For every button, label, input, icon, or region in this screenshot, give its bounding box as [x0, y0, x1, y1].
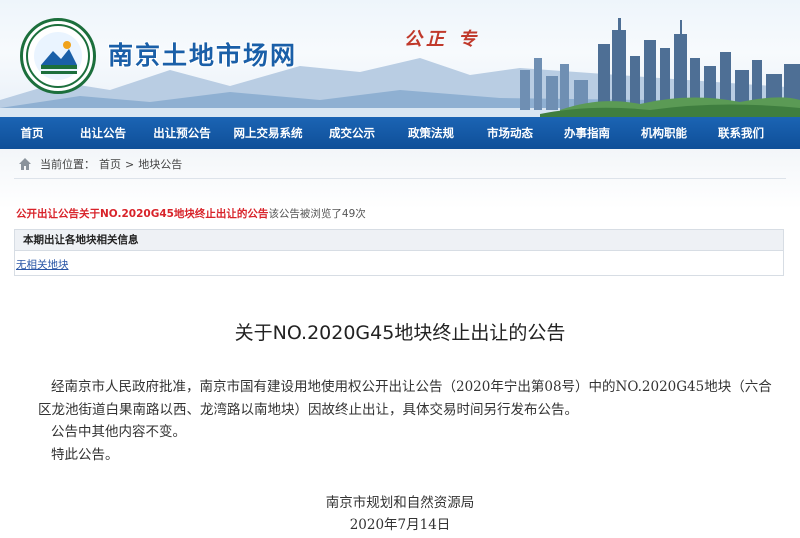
nav-item-pre-notice[interactable]: 出让预公告 [142, 117, 222, 149]
breadcrumb-separator: > [125, 157, 135, 171]
nav-item-home[interactable]: 首页 [0, 117, 64, 149]
main-nav: 首页 出让公告 出让预公告 网上交易系统 成交公示 政策法规 市场动态 办事指南… [0, 117, 800, 149]
header-banner: 南京土地市场网 公正 专 [0, 0, 800, 117]
nav-item-guide[interactable]: 办事指南 [548, 117, 626, 149]
nav-item-sale-notice[interactable]: 出让公告 [64, 117, 142, 149]
article-signer: 南京市规划和自然资源局 [325, 495, 475, 511]
breadcrumb-prefix: 当前位置： [40, 158, 95, 171]
parcel-info-header: 本期出让各地块相关信息 [15, 230, 783, 251]
article-date: 2020年7月14日 [349, 517, 451, 533]
notice-category-link[interactable]: 公开出让公告 [16, 208, 79, 220]
breadcrumb-current: 地块公告 [138, 158, 183, 171]
article-body: 经南京市人民政府批准，南京市国有建设用地使用权公开出让公告（2020年宁出第08… [38, 376, 778, 466]
site-logo[interactable] [20, 18, 96, 94]
banner-slogan: 公正 专 [404, 29, 481, 50]
breadcrumb-divider [14, 178, 786, 179]
article-paragraph-1: 经南京市人民政府批准，南京市国有建设用地使用权公开出让公告（2020年宁出第08… [38, 379, 772, 418]
site-title: 南京土地市场网 [108, 41, 298, 70]
nav-item-functions[interactable]: 机构职能 [626, 117, 702, 149]
parcel-info-body: 无相关地块 [15, 251, 783, 272]
notice-heading: 公开出让公告关于NO.2020G45地块终止出让的公告该公告被浏览了49次 [16, 206, 366, 221]
article-signature: 南京市规划和自然资源局 2020年7月14日 [0, 492, 800, 536]
breadcrumb-home-link[interactable]: 首页 [99, 156, 121, 172]
parcel-info-box: 本期出让各地块相关信息 无相关地块 [14, 229, 784, 276]
nav-item-policies[interactable]: 政策法规 [390, 117, 472, 149]
home-icon [19, 158, 31, 170]
logo-emblem-icon [26, 24, 90, 88]
article-paragraph-3: 特此公告。 [51, 446, 119, 463]
nav-item-market-news[interactable]: 市场动态 [472, 117, 548, 149]
nav-item-deal-publicity[interactable]: 成交公示 [314, 117, 390, 149]
nav-item-online-trading[interactable]: 网上交易系统 [222, 117, 314, 149]
notice-title-link[interactable]: 关于NO.2020G45地块终止出让的公告 [79, 208, 268, 220]
article-title: 关于NO.2020G45地块终止出让的公告 [234, 322, 566, 344]
article-paragraph-2: 公告中其他内容不变。 [51, 424, 186, 440]
breadcrumb: 当前位置： 首页 > 地块公告 [18, 155, 182, 173]
notice-view-count: 该公告被浏览了49次 [268, 208, 366, 220]
nav-item-contact[interactable]: 联系我们 [702, 117, 780, 149]
no-related-parcel-link[interactable]: 无相关地块 [16, 259, 69, 271]
